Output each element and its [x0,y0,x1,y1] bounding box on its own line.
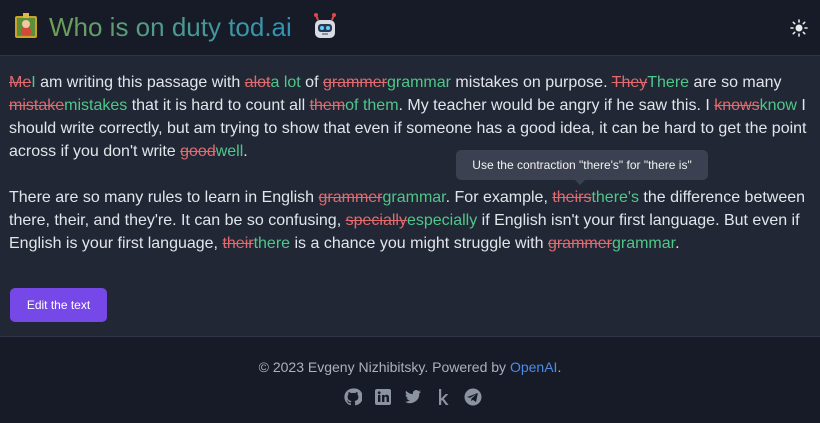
book-emoji-icon [15,13,37,38]
text-segment: . [243,143,248,160]
deleted-word[interactable]: mistake [9,97,64,114]
text-segment: There are so many rules to learn in Engl… [9,189,319,206]
inserted-word[interactable]: well [216,143,244,160]
deleted-word[interactable]: theirs [552,189,591,206]
sun-icon[interactable] [790,19,808,37]
deleted-word[interactable]: them [310,97,346,114]
text-segment: that it is hard to count all [127,97,310,114]
deleted-word[interactable]: grammer [323,74,387,91]
inserted-word[interactable]: especially [407,212,477,229]
copyright-text: © 2023 Evgeny Nizhibitsky. Powered by [258,359,510,375]
inserted-word[interactable]: grammar [383,189,446,206]
deleted-word[interactable]: grammer [548,235,612,252]
text-segment: are so many [689,74,782,91]
deleted-word[interactable]: They [612,74,648,91]
inserted-word[interactable]: there's [591,189,639,206]
text-segment: is a chance you might struggle with [290,235,548,252]
edit-text-button[interactable]: Edit the text [10,288,107,322]
inserted-word[interactable]: mistakes [64,97,127,114]
inserted-word[interactable]: grammar [387,74,451,91]
page-title: Who is on duty tod.ai [49,12,292,42]
text-segment: of [300,74,323,91]
deleted-word[interactable]: good [180,143,216,160]
paragraph-2: There are so many rules to learn in Engl… [9,186,809,255]
linkedin-icon[interactable] [374,388,392,406]
openai-link[interactable]: OpenAI [510,359,557,375]
deleted-word[interactable]: specially [346,212,407,229]
text-segment: . My teacher would be angry if he saw th… [398,97,715,114]
deleted-word[interactable]: grammer [318,189,382,206]
copyright: © 2023 Evgeny Nizhibitsky. Powered by Op… [0,358,820,376]
inserted-word[interactable]: know [760,97,797,114]
text-segment: mistakes on purpose. [450,74,612,91]
text-segment: . [675,235,680,252]
robot-emoji-icon [314,13,336,38]
footer: © 2023 Evgeny Nizhibitsky. Powered by Op… [0,336,820,423]
deleted-word[interactable]: alot [245,74,271,91]
correction-tooltip: Use the contraction "there's" for "there… [456,150,708,180]
inserted-word[interactable]: a lot [270,74,300,91]
text-segment: am writing this passage with [35,74,245,91]
twitter-icon[interactable] [404,388,422,406]
deleted-word[interactable]: knows [714,97,759,114]
telegram-icon[interactable] [464,388,482,406]
text-segment: . For example, [445,189,553,206]
inserted-word[interactable]: there [254,235,290,252]
deleted-word[interactable]: their [222,235,253,252]
header: Who is on duty tod.ai [0,0,820,56]
copyright-period: . [557,359,562,375]
tooltip-arrow [574,179,586,185]
inserted-word[interactable]: grammar [612,235,675,252]
social-links [344,388,484,408]
inserted-word[interactable]: There [647,74,689,91]
deleted-word[interactable]: Me [9,74,31,91]
github-icon[interactable] [344,388,362,406]
kaggle-icon[interactable] [434,388,452,406]
inserted-word[interactable]: of them [345,97,398,114]
